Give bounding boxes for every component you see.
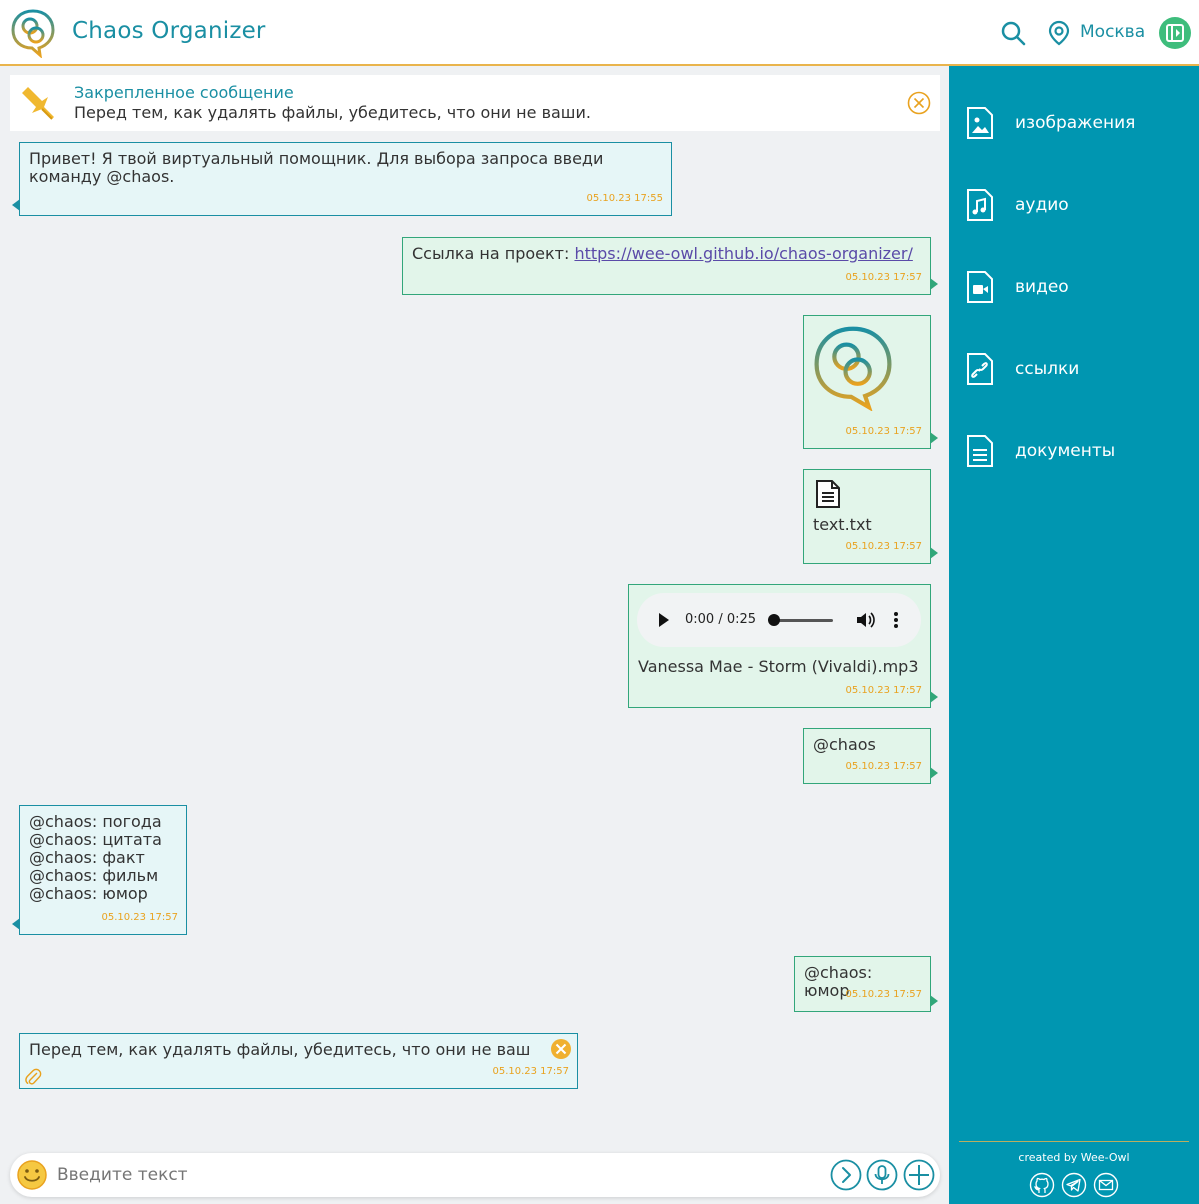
message-text: @chaos [813,735,876,754]
document-file-icon [967,435,993,467]
message-time: 05.10.23 17:57 [492,1066,569,1077]
sidebar-item-label: аудио [1015,195,1069,215]
logo-icon [11,9,55,58]
sidebar-item-label: документы [1015,441,1116,461]
sidebar: изображения аудио видео ссылки документы… [949,66,1199,1204]
message-text: Перед тем, как удалять файлы, убедитесь,… [29,1040,531,1059]
sidebar-item-label: ссылки [1015,359,1080,379]
video-file-icon [967,271,993,303]
link-file-icon [967,353,993,385]
close-icon[interactable] [550,1038,572,1060]
message-incoming[interactable]: @chaos: погода @chaos: цитата @chaos: фа… [12,805,187,935]
mail-icon[interactable] [1093,1172,1119,1198]
audio-seek-bar[interactable] [773,619,833,622]
volume-icon[interactable] [855,611,875,629]
message-outgoing-image[interactable]: 05.10.23 17:57 [803,315,938,449]
search-icon[interactable] [1000,20,1026,46]
sidebar-item-audio[interactable]: аудио [965,188,1185,222]
message-text: Ссылка на проект: [412,244,575,263]
message-time: 05.10.23 17:55 [586,193,663,204]
sidebar-item-label: изображения [1015,113,1136,133]
audio-player[interactable]: 0:00 / 0:25 [637,593,921,647]
pushpin-icon [22,87,54,120]
emoji-icon[interactable] [16,1159,48,1191]
paperclip-icon[interactable] [24,1068,42,1086]
play-icon[interactable] [659,613,669,627]
pinned-title: Закрепленное сообщение [74,83,294,102]
message-time: 05.10.23 17:57 [845,426,922,437]
message-incoming[interactable]: Привет! Я твой виртуальный помощник. Для… [12,142,672,216]
message-input[interactable] [57,1165,757,1185]
message-input-bar [10,1153,940,1197]
created-by-text: created by Wee-Owl [1018,1151,1130,1164]
send-button[interactable] [830,1159,862,1191]
microphone-button[interactable] [866,1159,898,1191]
message-outgoing-file[interactable]: text.txt 05.10.23 17:57 [803,469,938,564]
sidebar-item-images[interactable]: изображения [965,106,1185,140]
command-item: @chaos: погода [29,812,162,831]
sidebar-item-links[interactable]: ссылки [965,352,1185,386]
message-outgoing[interactable]: @chaos: юмор 05.10.23 17:57 [794,956,938,1012]
message-time: 05.10.23 17:57 [845,541,922,552]
message-outgoing[interactable]: Ссылка на проект: https://wee-owl.github… [402,237,938,295]
message-time: 05.10.23 17:57 [845,761,922,772]
sidebar-divider [959,1141,1189,1142]
message-time: 05.10.23 17:57 [845,272,922,283]
sidebar-item-documents[interactable]: документы [965,434,1185,468]
image-file-icon [967,107,993,139]
message-text: команду @chaos. [29,167,175,186]
add-button[interactable] [903,1159,935,1191]
location-city[interactable]: Москва [1080,22,1145,42]
message-outgoing[interactable]: @chaos 05.10.23 17:57 [803,728,938,784]
message-text: Привет! Я твой виртуальный помощник. Для… [29,149,604,168]
command-item: @chaos: факт [29,848,145,867]
audio-file-icon [967,189,993,221]
sidebar-item-label: видео [1015,277,1069,297]
command-item: @chaos: цитата [29,830,162,849]
audio-file-name: Vanessa Mae - Storm (Vivaldi).mp3 [638,657,919,676]
audio-seek-thumb[interactable] [768,614,780,626]
document-icon[interactable] [814,479,842,509]
pinned-text: Перед тем, как удалять файлы, убедитесь,… [74,103,591,122]
audio-time: 0:00 / 0:25 [685,612,757,627]
app-header: Chaos Organizer Москва [0,0,1199,66]
app-title: Chaos Organizer [72,18,266,44]
message-time: 05.10.23 17:57 [101,912,178,923]
message-time: 05.10.23 17:57 [845,989,922,1000]
pinned-message[interactable]: Закрепленное сообщение Перед тем, как уд… [10,75,940,131]
telegram-icon[interactable] [1061,1172,1087,1198]
logo-image[interactable] [811,323,895,411]
location-icon[interactable] [1048,20,1070,46]
github-icon[interactable] [1029,1172,1055,1198]
sidebar-item-video[interactable]: видео [965,270,1185,304]
message-outgoing-audio[interactable]: 0:00 / 0:25 Vanessa Mae - Storm (Vivaldi… [628,584,938,708]
message-incoming[interactable]: Перед тем, как удалять файлы, убедитесь,… [19,1033,578,1089]
close-icon[interactable] [907,91,931,115]
more-options-icon[interactable] [893,611,899,629]
command-item: @chaos: юмор [29,884,148,903]
command-item: @chaos: фильм [29,866,159,885]
panel-toggle-icon[interactable] [1159,17,1191,49]
chat-area[interactable]: Закрепленное сообщение Перед тем, как уд… [0,66,949,1204]
message-time: 05.10.23 17:57 [845,685,922,696]
file-name[interactable]: text.txt [813,516,872,534]
project-link[interactable]: https://wee-owl.github.io/chaos-organize… [574,244,912,263]
